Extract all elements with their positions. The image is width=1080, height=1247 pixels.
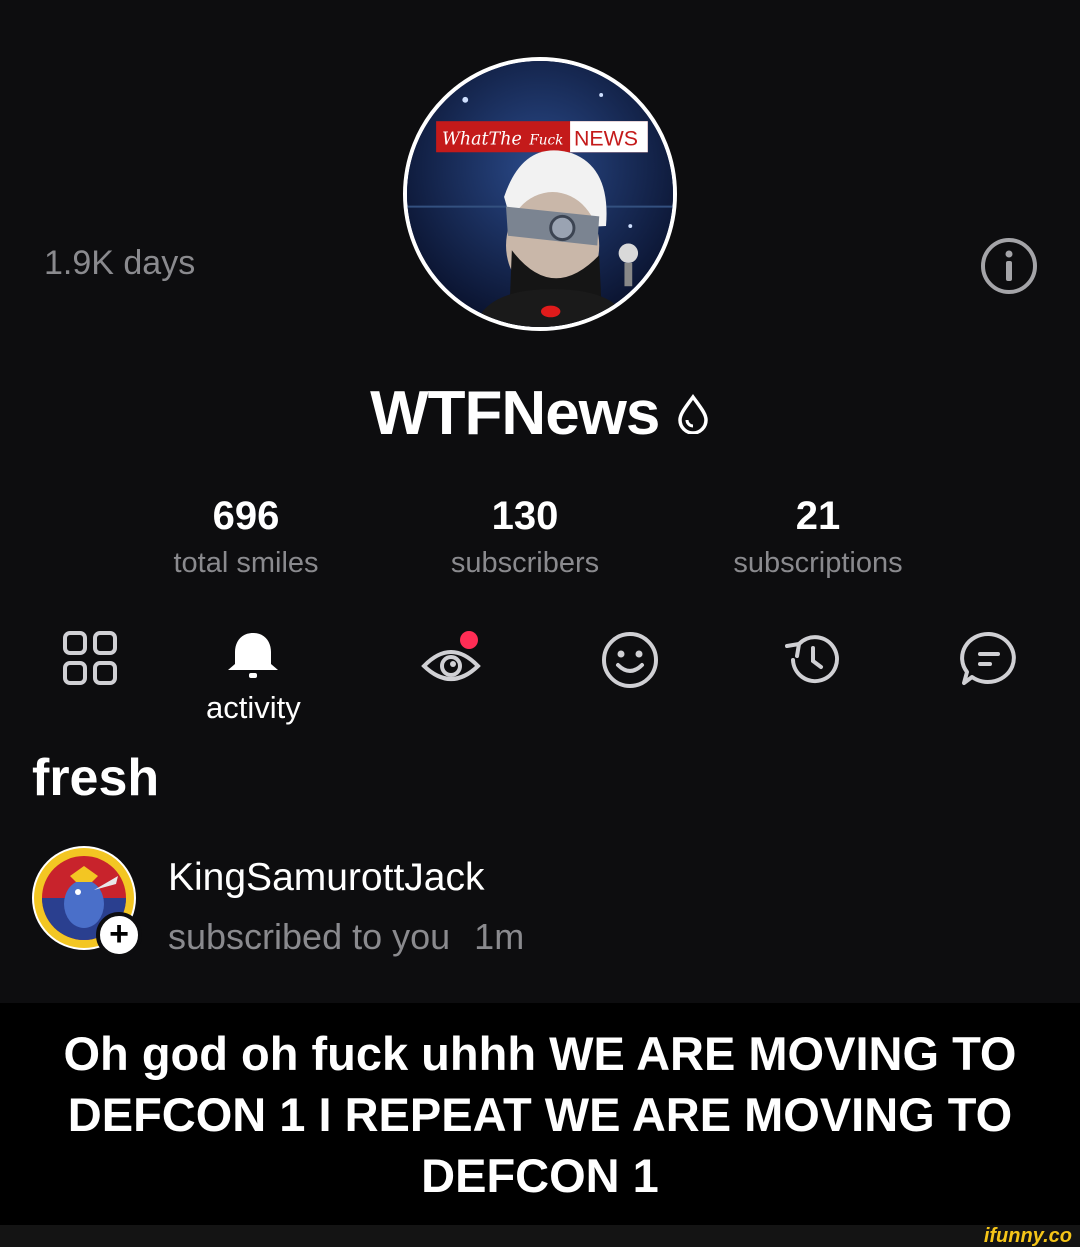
tab-smiles[interactable] [600, 630, 660, 690]
notification-text: subscribed to you [168, 916, 451, 957]
stat-value: 696 [212, 494, 280, 538]
username-row: WTFNews [0, 378, 1080, 449]
caption-text: Oh god oh fuck uhhh WE ARE MOVING TO DEF… [63, 1026, 1017, 1202]
section-title-fresh: fresh [32, 749, 160, 807]
comment-icon [960, 631, 1016, 685]
stat-total-smiles[interactable]: 696 total smiles [116, 494, 376, 580]
stat-label: subscriptions [733, 547, 903, 579]
profile-avatar[interactable]: What The Fuck NEWS [403, 57, 677, 331]
subscribe-back-button[interactable]: + [96, 912, 142, 958]
account-age: 1.9K days [44, 244, 196, 282]
tab-watching[interactable] [420, 630, 482, 690]
meme-caption: Oh god oh fuck uhhh WE ARE MOVING TO DEF… [0, 1003, 1080, 1225]
stat-value: 21 [795, 494, 841, 538]
profile-screen: 1.9K days What The Fuck NEWS WTFNews 696… [0, 0, 1080, 1003]
avatar-image: What The Fuck NEWS [407, 61, 673, 327]
ifunny-watermark: ifunny.co [983, 1225, 1072, 1247]
eye-icon [421, 631, 481, 681]
water-drop-icon [678, 393, 708, 434]
info-icon [981, 238, 1037, 294]
watermark-bar: ifunny.co [0, 1225, 1080, 1247]
smiley-icon [602, 632, 658, 688]
stat-value: 130 [491, 494, 559, 538]
notification-username[interactable]: KingSamurottJack [168, 856, 484, 900]
grid-icon [63, 631, 117, 685]
notification-time: 1m [474, 916, 525, 957]
stat-label: subscribers [450, 547, 600, 579]
tab-history[interactable] [783, 630, 843, 690]
stat-label: total smiles [173, 547, 319, 579]
tab-grid[interactable] [62, 630, 118, 686]
banner-what: What [442, 129, 490, 149]
banner-news: NEWS [574, 126, 638, 150]
notification-text-row: subscribed to you 1m [168, 916, 524, 958]
banner-fuck: Fuck [528, 132, 563, 148]
tab-activity[interactable]: activity [206, 630, 301, 726]
username: WTFNews [370, 379, 660, 448]
bell-icon [228, 633, 279, 678]
stat-subscriptions[interactable]: 21 subscriptions [688, 494, 948, 580]
stat-subscribers[interactable]: 130 subscribers [395, 494, 655, 580]
banner-the: The [489, 129, 522, 149]
notification-item[interactable]: + KingSamurottJack subscribed to you 1m [32, 846, 1048, 962]
tab-activity-label: activity [206, 690, 301, 725]
notification-dot [460, 631, 478, 649]
history-icon [785, 635, 839, 684]
info-button[interactable] [980, 237, 1038, 295]
tab-comments[interactable] [958, 630, 1020, 690]
